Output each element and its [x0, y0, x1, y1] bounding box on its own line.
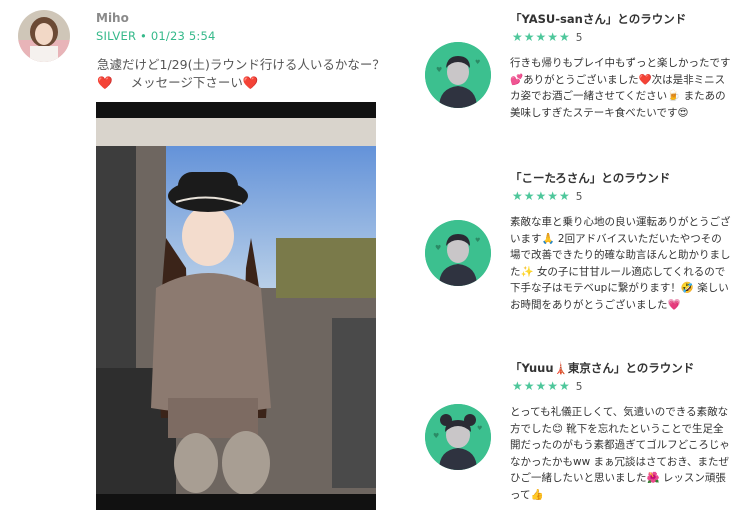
- round-post-page: Miho SILVER • 01/23 5:54 急遽だけど1/29(土)ラウン…: [0, 0, 750, 519]
- star-icon: ★★★★★: [512, 30, 571, 44]
- rank-badge: SILVER: [96, 29, 137, 43]
- star-icon: ★★★★★: [512, 189, 571, 203]
- star-rating: ★★★★★ 5: [512, 30, 582, 44]
- heart-icon: ❤️: [97, 75, 113, 90]
- rating-score: 5: [575, 32, 583, 44]
- post-text: 急遽だけど1/29(土)ラウンド行ける人いるかなー？ ❤️ メッセージ下さーい❤…: [97, 56, 387, 92]
- post-text-line-2-label: メッセージ下さーい: [130, 75, 243, 90]
- svg-text:♥: ♥: [477, 425, 482, 432]
- review-title[interactable]: 「こーたろさん」とのラウンド: [510, 170, 670, 186]
- review-title[interactable]: 「Yuuu🗼東京さん」とのラウンド: [510, 360, 694, 376]
- heart-icon: ❤️: [242, 75, 259, 90]
- svg-text:♥: ♥: [475, 59, 480, 66]
- reviewer-avatar-male[interactable]: ♥ ♥: [425, 220, 491, 286]
- username[interactable]: Miho: [96, 11, 129, 25]
- star-rating: ★★★★★ 5: [512, 189, 582, 203]
- svg-text:♥: ♥: [433, 432, 439, 440]
- svg-text:♥: ♥: [436, 66, 442, 74]
- review-title[interactable]: 「YASU-sanさん」とのラウンド: [510, 11, 686, 27]
- golf-cart-photo: [96, 118, 376, 494]
- meta-separator: •: [140, 29, 148, 43]
- post-text-line-2: ❤️ メッセージ下さーい❤️: [97, 74, 387, 92]
- post-photo[interactable]: [96, 102, 376, 510]
- rating-score: 5: [575, 381, 583, 393]
- user-avatar[interactable]: [18, 10, 70, 62]
- review-body: とっても礼儀正しくて、気遣いのできる素敵な方でした😊 靴下を忘れたということで生…: [510, 406, 730, 501]
- svg-text:♥: ♥: [475, 237, 480, 244]
- review-body: 素敵な車と乗り心地の良い運転ありがとうございます🙏 2回アドバイスいただいたやつ…: [510, 216, 731, 311]
- reviewer-avatar-male[interactable]: ♥ ♥: [425, 42, 491, 108]
- reviewer-avatar-female[interactable]: ♥ ♥: [425, 404, 491, 470]
- star-icon: ★★★★★: [512, 379, 571, 393]
- post-meta: SILVER • 01/23 5:54: [96, 29, 216, 43]
- star-rating: ★★★★★ 5: [512, 379, 582, 393]
- review-body: 行きも帰りもプレイ中もずっと楽しかったです💕ありがとうございました❤️次は是非ミ…: [510, 57, 731, 119]
- post-text-line-1: 急遽だけど1/29(土)ラウンド行ける人いるかなー？: [97, 57, 385, 72]
- post-timestamp: 01/23 5:54: [150, 29, 216, 43]
- svg-text:♥: ♥: [435, 244, 441, 252]
- rating-score: 5: [575, 191, 583, 203]
